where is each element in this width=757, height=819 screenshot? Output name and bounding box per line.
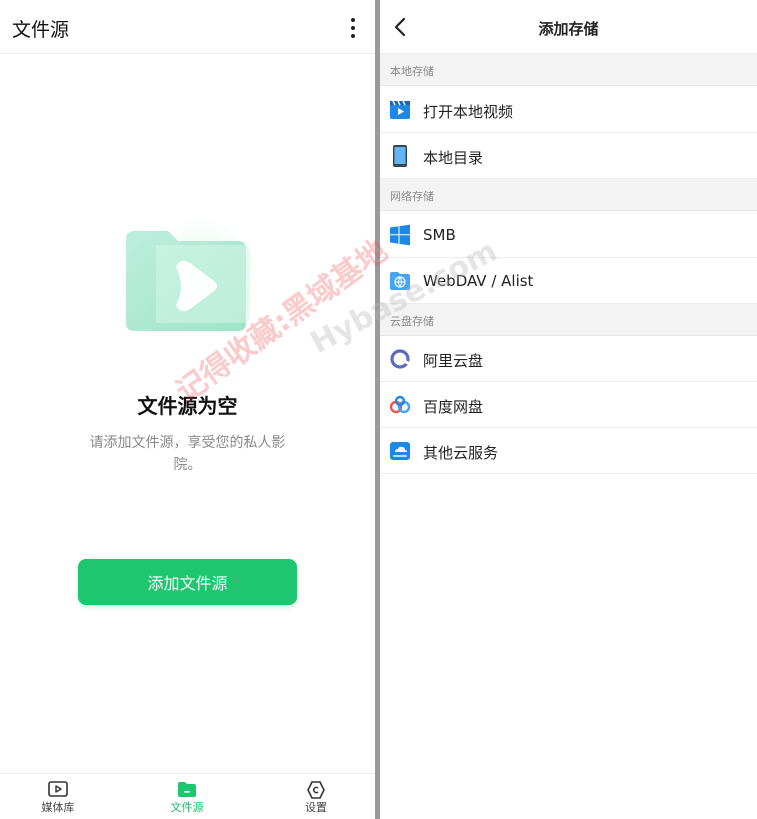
list-item-other-cloud[interactable]: 其他云服务: [380, 428, 757, 474]
bottom-tab-bar: 媒体库 文件源 设置: [0, 773, 375, 819]
list-item-open-local-video[interactable]: 打开本地视频: [380, 87, 757, 133]
section-title: 本地存储: [390, 65, 434, 78]
list-item-label: 其他云服务: [423, 444, 499, 462]
globe-folder-icon: [390, 272, 410, 290]
section-header-local: 本地存储: [380, 54, 757, 86]
baidu-icon: [389, 395, 411, 414]
clapperboard-icon: [390, 100, 410, 119]
section-title: 云盘存储: [390, 315, 434, 328]
more-menu-icon[interactable]: [347, 16, 359, 40]
top-bar: 添加存储: [380, 0, 757, 54]
cloud-drive-icon: [390, 442, 410, 460]
windows-icon: [390, 224, 410, 246]
top-bar: 文件源: [0, 0, 375, 54]
empty-state-description: 请添加文件源，享受您的私人影院。: [89, 435, 286, 473]
tab-file-source[interactable]: 文件源: [147, 780, 227, 815]
page-title: 文件源: [12, 19, 70, 41]
empty-state-title: 文件源为空: [137, 394, 238, 418]
aliyun-icon: [390, 349, 411, 369]
folder-icon: [178, 782, 196, 797]
list-item-label: 阿里云盘: [423, 352, 484, 370]
list-item-smb[interactable]: SMB: [380, 212, 757, 258]
add-file-source-button[interactable]: 添加文件源: [78, 559, 297, 605]
list-item-label: 百度网盘: [423, 398, 484, 416]
list-item-label: 本地目录: [423, 149, 484, 167]
tab-media-library[interactable]: 媒体库: [18, 780, 98, 815]
section-header-cloud: 云盘存储: [380, 304, 757, 336]
tab-label: 媒体库: [41, 801, 75, 814]
page-title: 添加存储: [538, 20, 599, 38]
list-item-webdav-alist[interactable]: WebDAV / Alist: [380, 258, 757, 304]
tab-label: 文件源: [170, 801, 204, 814]
section-header-network: 网络存储: [380, 179, 757, 211]
list-item-label: SMB: [423, 226, 456, 244]
add-storage-screen: 添加存储 本地存储 打开本地视频 本地目录 网络存储 SMB WebDAV / …: [380, 0, 757, 819]
list-item-label: 打开本地视频: [423, 103, 514, 121]
list-item-label: WebDAV / Alist: [423, 272, 534, 290]
file-source-screen: 文件源 文件源为空 请添加文件源，享受您的私人影院。 添加文件源 媒体库 文件源…: [0, 0, 375, 819]
phone-icon: [393, 145, 407, 167]
settings-hexagon-icon: [307, 781, 325, 799]
tab-settings[interactable]: 设置: [276, 780, 356, 815]
section-title: 网络存储: [390, 190, 434, 203]
list-item-local-directory[interactable]: 本地目录: [380, 133, 757, 179]
list-item-aliyun-drive[interactable]: 阿里云盘: [380, 336, 757, 382]
play-box-icon: [48, 781, 68, 797]
tab-label: 设置: [305, 801, 327, 814]
list-item-baidu-netdisk[interactable]: 百度网盘: [380, 382, 757, 428]
empty-folder-illustration: [126, 215, 262, 339]
